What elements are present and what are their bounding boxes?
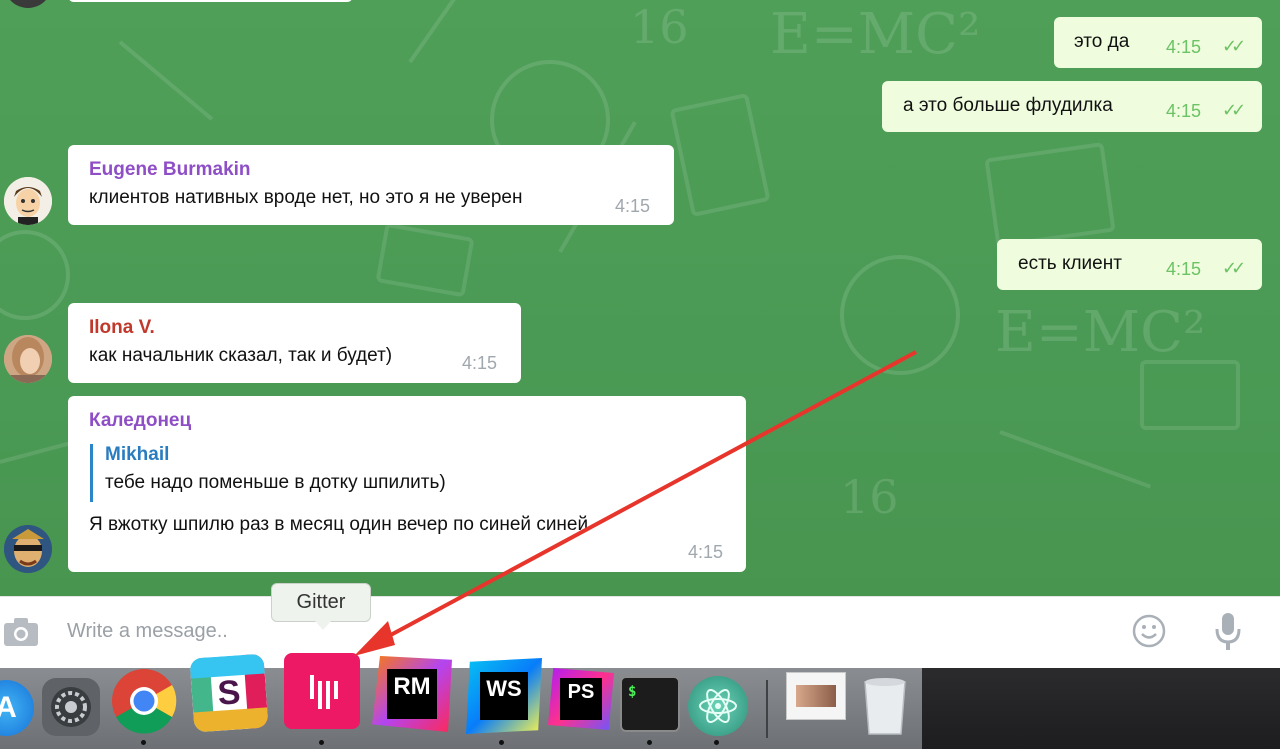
annotation-arrow-icon — [354, 350, 917, 656]
